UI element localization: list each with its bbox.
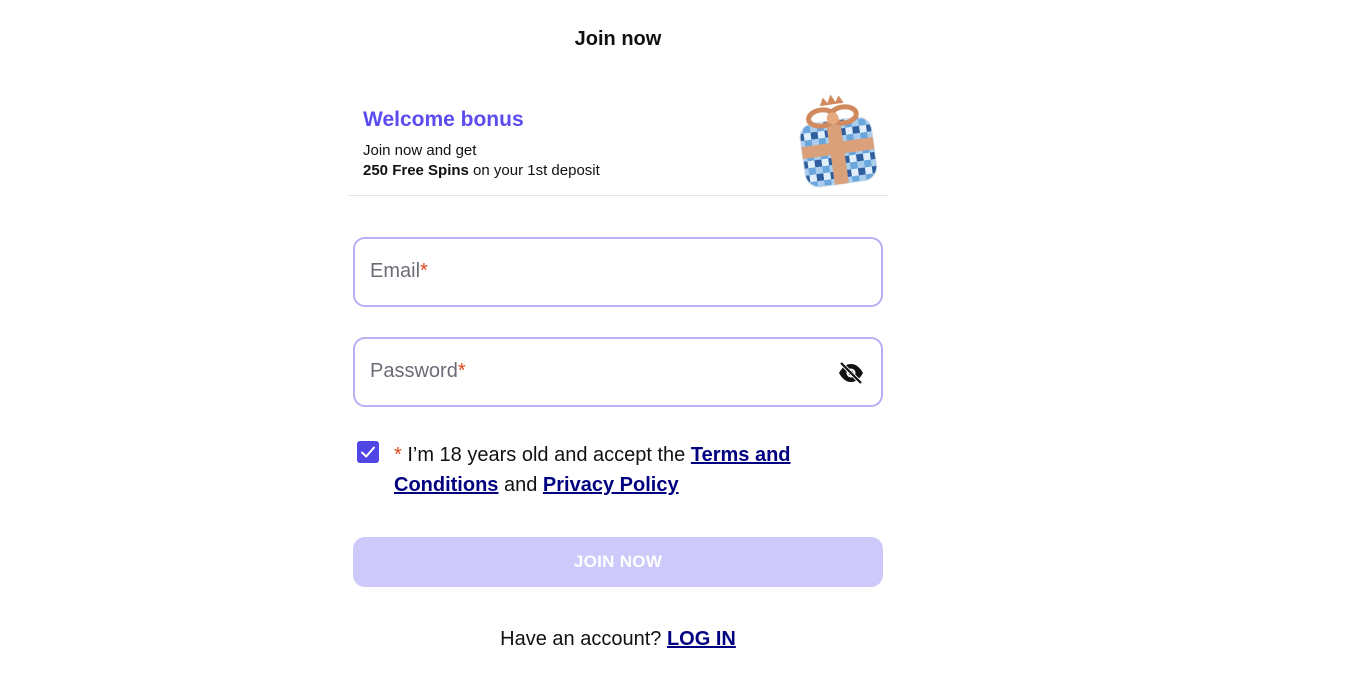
bonus-heading: Welcome bonus [363, 108, 524, 131]
required-mark: * [457, 360, 466, 382]
email-field[interactable]: Email* [353, 237, 883, 307]
page-title: Join now [574, 28, 662, 50]
email-label: Email* [370, 260, 428, 282]
bonus-highlight: 250 Free Spins [363, 162, 469, 179]
eye-slash-icon[interactable] [837, 361, 865, 385]
password-label: Password* [370, 360, 466, 382]
join-now-button[interactable]: JOIN NOW [353, 537, 883, 587]
bonus-description-line2: 250 Free Spins on your 1st deposit [363, 162, 600, 179]
welcome-bonus-banner: Welcome bonus Join now and get 250 Free … [348, 92, 888, 196]
signup-page: Join now Welcome bonus Join now and get … [0, 0, 1352, 690]
consent-text: * I’m 18 years old and accept the Terms … [394, 444, 791, 496]
password-field[interactable]: Password* [353, 337, 883, 407]
terms-checkbox[interactable] [357, 441, 379, 463]
bonus-description-line1: Join now and get [363, 142, 477, 159]
login-link[interactable]: LOG IN [667, 628, 736, 650]
login-prompt: Have an account? LOG IN [500, 628, 736, 650]
required-mark: * [394, 444, 408, 466]
required-mark: * [420, 260, 428, 282]
gift-box-icon [792, 94, 884, 192]
bonus-description-rest: on your 1st deposit [468, 162, 600, 179]
privacy-policy-link[interactable]: Privacy Policy [543, 474, 679, 496]
